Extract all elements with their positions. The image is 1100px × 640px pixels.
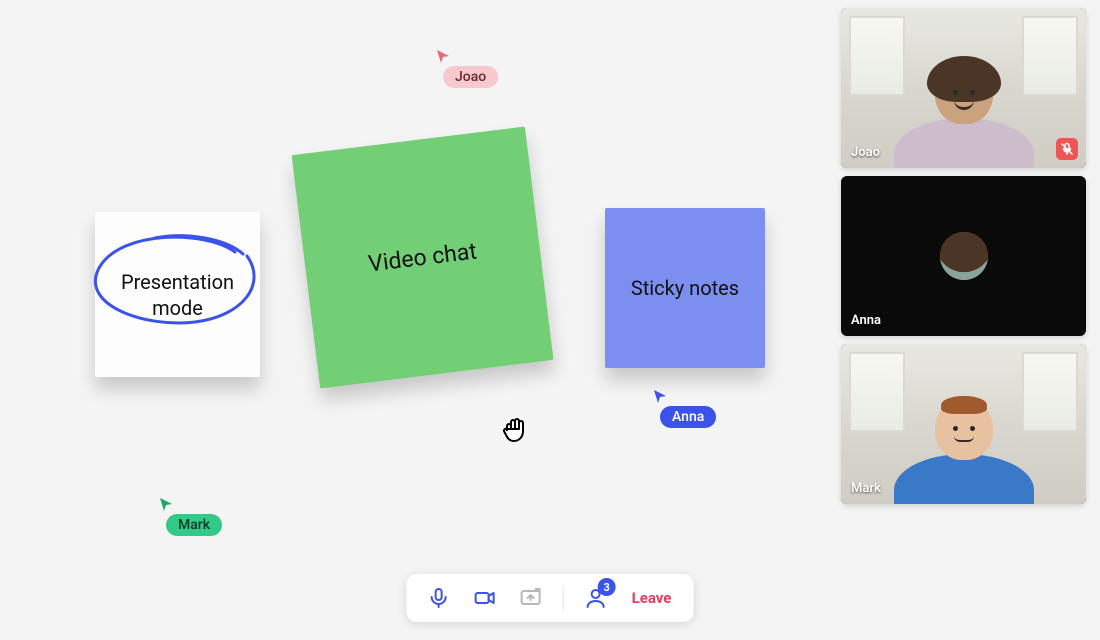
video-panel: Joao Anna Mark bbox=[841, 8, 1086, 504]
cursor-label: Mark bbox=[166, 514, 222, 536]
video-tile-mark[interactable]: Mark bbox=[841, 344, 1086, 504]
avatar bbox=[940, 232, 988, 280]
sticky-note-text: Video chat bbox=[367, 237, 478, 277]
grab-hand-icon bbox=[499, 413, 533, 447]
video-tile-joao[interactable]: Joao bbox=[841, 8, 1086, 168]
sticky-note-text: Presentation mode bbox=[121, 269, 234, 321]
participants-button[interactable]: 3 bbox=[582, 584, 610, 612]
cursor-arrow-icon bbox=[435, 48, 451, 64]
collaborator-cursor-mark: Mark bbox=[158, 496, 222, 536]
screenshare-button[interactable] bbox=[517, 584, 545, 612]
sticky-note-presentation[interactable]: Presentation mode bbox=[95, 212, 260, 377]
microphone-button[interactable] bbox=[425, 584, 453, 612]
cursor-label: Anna bbox=[660, 406, 716, 428]
video-tile-anna[interactable]: Anna bbox=[841, 176, 1086, 336]
cursor-label: Joao bbox=[443, 66, 498, 88]
video-thumbnail bbox=[841, 344, 1086, 504]
microphone-icon bbox=[427, 586, 451, 610]
video-tile-name: Mark bbox=[851, 481, 881, 496]
video-thumbnail bbox=[841, 8, 1086, 168]
sticky-note-text: Sticky notes bbox=[631, 276, 739, 300]
mic-muted-icon bbox=[1056, 138, 1078, 160]
collaborator-cursor-joao: Joao bbox=[435, 48, 498, 88]
cursor-arrow-icon bbox=[158, 496, 174, 512]
video-tile-name: Joao bbox=[851, 145, 880, 160]
collaborator-cursor-anna: Anna bbox=[652, 388, 716, 428]
video-tile-name: Anna bbox=[851, 313, 881, 328]
call-toolbar: 3 Leave bbox=[407, 574, 694, 622]
leave-button[interactable]: Leave bbox=[628, 589, 676, 607]
sticky-note-video-chat[interactable]: Video chat bbox=[292, 127, 554, 389]
toolbar-divider bbox=[563, 585, 564, 611]
sticky-note-sticky-notes[interactable]: Sticky notes bbox=[605, 208, 765, 368]
screenshare-icon bbox=[519, 586, 543, 610]
camera-icon bbox=[473, 586, 497, 610]
cursor-arrow-icon bbox=[652, 388, 668, 404]
participant-count-badge: 3 bbox=[598, 578, 616, 596]
camera-button[interactable] bbox=[471, 584, 499, 612]
